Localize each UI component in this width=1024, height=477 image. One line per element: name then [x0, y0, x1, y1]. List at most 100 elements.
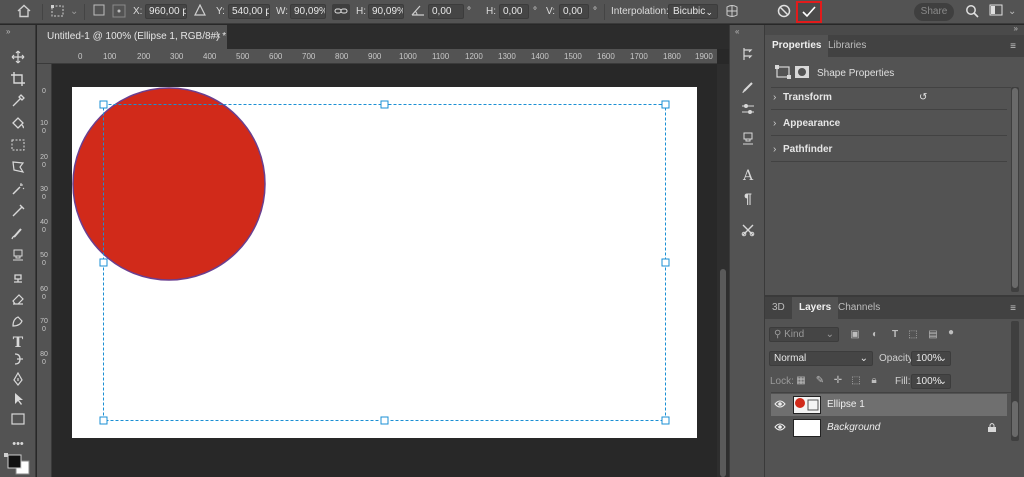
pen-path-tool-icon[interactable]	[8, 204, 28, 222]
clone-stamp-tool-icon[interactable]	[8, 248, 28, 266]
gradient-tool-icon[interactable]	[8, 314, 28, 332]
width-field[interactable]: 90,09%	[290, 4, 326, 19]
tab-channels[interactable]: Channels	[831, 297, 887, 319]
collapse-toolbar-icon[interactable]: »	[6, 27, 10, 36]
properties-scrollbar[interactable]	[1011, 87, 1019, 292]
canvas-vertical-scrollbar[interactable]	[717, 64, 729, 477]
y-position-field[interactable]: 540,00 px	[228, 4, 270, 19]
mask-icon[interactable]	[794, 65, 810, 79]
collapse-panels-icon[interactable]: »	[1014, 24, 1018, 33]
workspace-chevron-icon[interactable]: ⌄	[1008, 6, 1016, 17]
filter-smart-object-icon[interactable]: ▤	[927, 329, 939, 341]
clone-source-icon[interactable]	[739, 132, 757, 150]
opacity-field[interactable]: 100% ⌄	[911, 351, 951, 366]
brush-tool-icon[interactable]	[8, 226, 28, 244]
reference-point-locator-icon[interactable]	[111, 4, 127, 20]
pen-tool-icon[interactable]	[8, 371, 28, 390]
crop-tool-icon[interactable]	[8, 72, 28, 90]
color-swatches[interactable]	[4, 453, 32, 475]
expand-panels-icon[interactable]: «	[735, 27, 739, 36]
commit-transform-button[interactable]	[796, 1, 822, 23]
paint-bucket-tool-icon[interactable]	[8, 116, 28, 134]
lock-artboard-icon[interactable]: ⬚	[850, 375, 862, 387]
rotation-angle-field[interactable]: 0,00	[428, 4, 464, 19]
move-tool-icon[interactable]	[8, 50, 28, 68]
section-transform[interactable]: › Transform ↺	[771, 86, 1007, 110]
adjustments-icon[interactable]	[739, 102, 757, 120]
document-tab[interactable]: Untitled-1 @ 100% (Ellipse 1, RGB/8#) * …	[37, 25, 227, 49]
scrollbar-thumb[interactable]	[720, 269, 726, 477]
tab-properties[interactable]: Properties	[765, 35, 829, 57]
workspace-icon[interactable]	[988, 4, 1004, 20]
separator	[604, 4, 605, 20]
search-icon[interactable]	[964, 4, 980, 20]
magic-wand-tool-icon[interactable]	[8, 182, 28, 200]
fill-field[interactable]: 100% ⌄	[911, 374, 951, 389]
lock-transparent-pixels-icon[interactable]: ▦	[795, 375, 807, 387]
layer-row-background[interactable]: Background	[771, 417, 1007, 439]
reset-icon[interactable]: ↺	[919, 86, 927, 110]
layer-filter-kind-select[interactable]: ⚲ Kind ⌄	[769, 327, 839, 342]
close-icon[interactable]: ×	[215, 31, 221, 42]
tools-panel: » T •••	[0, 25, 36, 477]
scrollbar-thumb[interactable]	[1012, 88, 1018, 288]
edit-toolbar-icon[interactable]: •••	[8, 435, 28, 453]
blend-mode-select[interactable]: Normal ⌄	[769, 351, 873, 366]
panel-menu-icon[interactable]: ≡	[1010, 41, 1016, 52]
interpolation-select[interactable]: Bicubic ⌄	[668, 4, 718, 19]
tab-3d[interactable]: 3D	[765, 297, 792, 319]
eraser-tool-icon[interactable]	[8, 292, 28, 310]
tool-preset-chevron-icon[interactable]: ⌄	[70, 6, 78, 17]
lock-position-icon[interactable]: ✛	[832, 375, 844, 387]
lasso-tool-icon[interactable]	[8, 160, 28, 178]
tab-libraries[interactable]: Libraries	[821, 35, 873, 57]
section-appearance[interactable]: › Appearance	[771, 112, 1007, 136]
history-panel-icon[interactable]	[739, 47, 757, 65]
transform-handle	[380, 416, 389, 425]
filter-type-icon[interactable]: T	[889, 329, 901, 341]
y-label: Y:	[216, 6, 225, 17]
relative-position-icon[interactable]	[192, 3, 208, 20]
share-button[interactable]: Share	[914, 3, 954, 21]
filter-adjustment-icon[interactable]: ◐	[869, 329, 881, 341]
rectangle-tool-icon[interactable]	[8, 412, 28, 430]
warp-mode-icon[interactable]	[724, 4, 740, 20]
lock-all-icon[interactable]: 🔒︎	[868, 375, 880, 387]
canvas-overlay[interactable]	[52, 64, 717, 477]
vertical-skew-field[interactable]: 0,00	[559, 4, 589, 19]
brush-settings-icon[interactable]	[739, 80, 757, 98]
link-aspect-ratio-icon[interactable]	[332, 4, 350, 20]
tool-presets-icon[interactable]	[739, 223, 757, 241]
layer-row-ellipse[interactable]: Ellipse 1	[771, 394, 1007, 416]
ruler-tick: 1500	[564, 52, 582, 61]
horizontal-skew-field[interactable]: 0,00	[499, 4, 529, 19]
cancel-transform-icon[interactable]	[776, 4, 792, 20]
type-tool-icon[interactable]: T	[8, 334, 28, 352]
x-position-field[interactable]: 960,00 px	[145, 4, 187, 19]
rectangular-marquee-tool-icon[interactable]	[8, 138, 28, 156]
lock-icon	[987, 422, 997, 436]
height-field[interactable]: 90,09%	[368, 4, 404, 19]
visibility-eye-icon[interactable]	[774, 422, 786, 435]
history-brush-tool-icon[interactable]	[8, 270, 28, 288]
character-panel-icon[interactable]: A	[739, 167, 757, 185]
filter-pixel-icon[interactable]: ▣	[849, 329, 861, 341]
section-pathfinder[interactable]: › Pathfinder	[771, 138, 1007, 162]
scrollbar-thumb[interactable]	[1012, 401, 1018, 437]
layer-name[interactable]: Background	[827, 422, 880, 433]
panel-menu-icon[interactable]: ≡	[1010, 303, 1016, 314]
layer-name[interactable]: Ellipse 1	[827, 399, 865, 410]
eyedropper-tool-icon[interactable]	[8, 94, 28, 112]
path-selection-tool-icon[interactable]	[8, 392, 28, 410]
home-icon[interactable]	[16, 4, 32, 20]
reference-point-checkbox[interactable]	[91, 4, 107, 20]
layers-scrollbar[interactable]	[1011, 321, 1019, 441]
visibility-eye-icon[interactable]	[774, 399, 786, 412]
transform-tool-icon[interactable]	[50, 4, 66, 20]
lock-image-pixels-icon[interactable]: ✎	[814, 375, 826, 387]
filter-toggle-icon[interactable]: ●	[945, 327, 957, 339]
paragraph-panel-icon[interactable]: ¶	[739, 189, 757, 207]
filter-shape-icon[interactable]: ⬚	[907, 329, 919, 341]
panel-icon-strip: « A ¶	[729, 25, 765, 477]
smudge-tool-icon[interactable]	[8, 352, 28, 370]
